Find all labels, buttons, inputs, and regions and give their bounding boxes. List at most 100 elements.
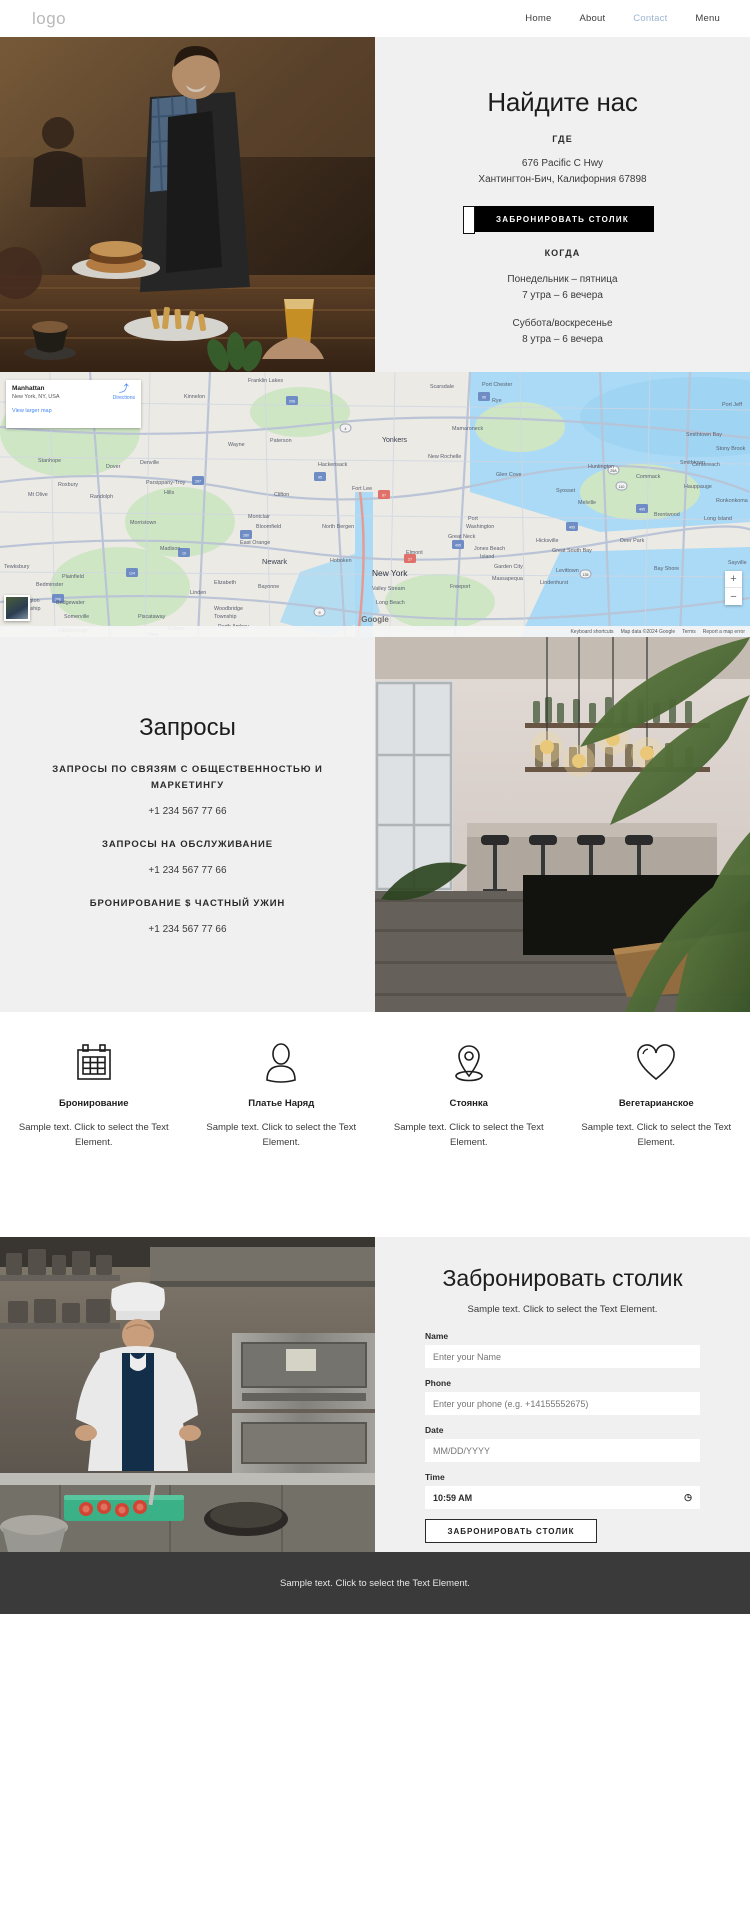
requests-phone-service[interactable]: +1 234 567 77 66	[148, 865, 226, 876]
svg-text:Montclair: Montclair	[248, 514, 270, 520]
map-section[interactable]: 287 95 87 280 495 495 495 27 206 124 10 …	[0, 372, 750, 637]
svg-text:Port Chester: Port Chester	[482, 382, 512, 388]
date-input[interactable]	[425, 1439, 700, 1462]
bar-interior-illustration	[375, 637, 750, 1012]
svg-text:Roxbury: Roxbury	[58, 482, 78, 488]
map-street-view-thumbnail[interactable]	[4, 595, 30, 621]
svg-text:9: 9	[319, 611, 321, 615]
nav-item-contact[interactable]: Contact	[633, 13, 667, 24]
svg-text:Long Beach: Long Beach	[376, 600, 405, 606]
svg-text:208: 208	[289, 400, 295, 404]
svg-text:Woodbridge: Woodbridge	[214, 606, 243, 612]
view-larger-map-link[interactable]: View larger map	[12, 408, 135, 414]
phone-label: Phone	[425, 1378, 451, 1388]
weekday-hours: 7 утра – 6 вечера	[522, 290, 603, 301]
clock-icon[interactable]: ◷	[684, 1492, 692, 1503]
svg-text:Bedminster: Bedminster	[36, 582, 63, 588]
svg-text:Morristown: Morristown	[130, 520, 156, 526]
svg-text:Port Jeff: Port Jeff	[722, 402, 742, 408]
booking-subtitle: Sample text. Click to select the Text El…	[467, 1304, 658, 1315]
keyboard-shortcuts-link[interactable]: Keyboard shortcuts	[570, 629, 613, 635]
feature-title: Платье Наряд	[248, 1098, 315, 1109]
phone-input[interactable]	[425, 1392, 700, 1415]
svg-text:Somerville: Somerville	[64, 614, 89, 620]
zoom-out-button[interactable]: −	[725, 588, 742, 605]
map-zoom-controls[interactable]: + −	[725, 571, 742, 605]
where-label: ГДЕ	[552, 134, 573, 144]
svg-text:Yonkers: Yonkers	[382, 437, 408, 444]
requests-photo-bar-interior	[375, 637, 750, 1012]
svg-text:Long Island: Long Island	[704, 516, 732, 522]
svg-text:Dover: Dover	[106, 464, 121, 470]
feature-title: Вегетарианское	[618, 1098, 694, 1109]
nav-item-menu[interactable]: Menu	[695, 13, 720, 24]
features-section: Бронирование Sample text. Click to selec…	[0, 1012, 750, 1237]
svg-text:Washington: Washington	[466, 524, 494, 530]
hero-info-panel: Найдите нас ГДЕ 676 Pacific C Hwy Хантин…	[375, 37, 750, 372]
book-table-button-hero[interactable]: ЗАБРОНИРОВАТЬ СТОЛИК	[463, 206, 654, 234]
svg-text:Bloomfield: Bloomfield	[256, 524, 281, 530]
heart-icon	[635, 1040, 677, 1088]
zoom-in-button[interactable]: +	[725, 571, 742, 588]
svg-text:10: 10	[182, 552, 186, 556]
svg-text:Newark: Newark	[262, 557, 287, 566]
hero-photo-illustration	[0, 37, 375, 372]
map-place-card[interactable]: Manhattan New York, NY, USA ⤴ Directions…	[6, 380, 141, 428]
svg-text:Scarsdale: Scarsdale	[430, 384, 454, 390]
svg-text:Port: Port	[468, 516, 478, 522]
feature-vegetarian: Вегетарианское Sample text. Click to sel…	[563, 1040, 750, 1150]
site-header: logo Home About Contact Menu	[0, 0, 750, 37]
svg-text:Melville: Melville	[578, 500, 596, 506]
directions-arrow-icon: ⤴	[118, 384, 129, 395]
svg-text:27: 27	[408, 558, 412, 562]
nav-item-home[interactable]: Home	[525, 13, 551, 24]
svg-text:Garden City: Garden City	[494, 564, 523, 570]
booking-title: Забронировать столик	[442, 1265, 683, 1291]
address-block: 676 Pacific C Hwy Хантингтон-Бич, Калифо…	[478, 156, 646, 188]
requests-phone-private-dining[interactable]: +1 234 567 77 66	[148, 924, 226, 935]
terms-link[interactable]: Terms	[682, 629, 696, 635]
svg-text:Piscataway: Piscataway	[138, 614, 166, 620]
map-card-text: Manhattan New York, NY, USA	[12, 385, 60, 401]
svg-text:Mt Olive: Mt Olive	[28, 492, 48, 498]
person-icon	[261, 1040, 301, 1088]
svg-text:Kinnelon: Kinnelon	[184, 394, 205, 400]
svg-text:280: 280	[243, 534, 249, 538]
book-table-submit-button[interactable]: ЗАБРОНИРОВАТЬ СТОЛИК	[425, 1519, 597, 1543]
svg-text:Huntington: Huntington	[588, 464, 614, 470]
map-attribution-bar: Keyboard shortcuts Map data ©2024 Google…	[0, 626, 750, 637]
svg-text:Randolph: Randolph	[90, 494, 113, 500]
map-place-name: Manhattan	[12, 385, 45, 392]
logo[interactable]: logo	[32, 9, 66, 29]
svg-text:Island: Island	[480, 554, 494, 560]
svg-text:Hills: Hills	[164, 490, 174, 496]
feature-text: Sample text. Click to select the Text El…	[18, 1122, 169, 1148]
svg-text:Valley Stream: Valley Stream	[372, 586, 406, 592]
requests-heading-service: ЗАПРОСЫ НА ОБСЛУЖИВАНИЕ	[102, 839, 273, 850]
hero-section: Найдите нас ГДЕ 676 Pacific C Hwy Хантин…	[0, 37, 750, 372]
feature-text: Sample text. Click to select the Text El…	[581, 1122, 732, 1148]
nav-item-about[interactable]: About	[579, 13, 605, 24]
weekend-days: Суббота/воскресенье	[512, 318, 613, 329]
svg-text:Hackensack: Hackensack	[318, 462, 348, 468]
svg-text:495: 495	[569, 526, 575, 530]
svg-text:Massapequa: Massapequa	[492, 576, 523, 582]
time-input[interactable]: 10:59 AM ◷	[425, 1486, 700, 1509]
feature-title: Бронирование	[59, 1098, 129, 1109]
report-error-link[interactable]: Report a map error	[703, 629, 745, 635]
svg-text:495: 495	[639, 508, 645, 512]
site-footer: Sample text. Click to select the Text El…	[0, 1552, 750, 1614]
svg-text:95: 95	[482, 396, 486, 400]
map-directions-button[interactable]: ⤴ Directions	[113, 384, 135, 402]
svg-text:287: 287	[195, 480, 201, 484]
date-label: Date	[425, 1425, 444, 1435]
svg-text:Stanhope: Stanhope	[38, 458, 61, 464]
footer-text: Sample text. Click to select the Text El…	[280, 1577, 470, 1589]
feature-text: Sample text. Click to select the Text El…	[393, 1122, 544, 1148]
name-input[interactable]	[425, 1345, 700, 1368]
svg-text:Commack: Commack	[636, 474, 661, 480]
svg-text:Bridgewater: Bridgewater	[56, 600, 85, 606]
requests-phone-pr[interactable]: +1 234 567 77 66	[148, 806, 226, 817]
svg-text:87: 87	[382, 494, 386, 498]
svg-text:Ronkonkoma: Ronkonkoma	[716, 498, 748, 504]
